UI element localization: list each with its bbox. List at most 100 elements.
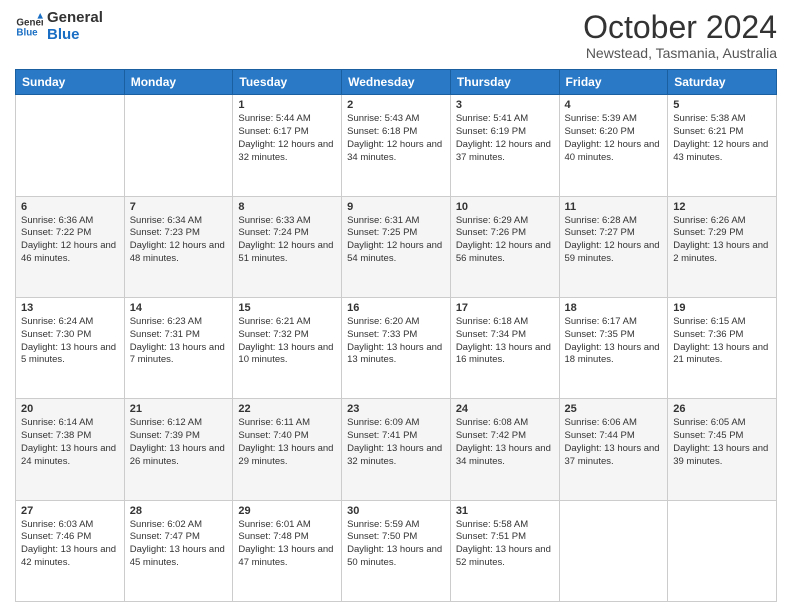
day-info: Sunrise: 6:31 AM Sunset: 7:25 PM Dayligh… (347, 215, 445, 266)
weekday-header-thursday: Thursday (450, 70, 559, 95)
day-info: Sunrise: 5:41 AM Sunset: 6:19 PM Dayligh… (456, 113, 554, 164)
day-number: 25 (565, 403, 663, 415)
day-number: 3 (456, 99, 554, 111)
day-info: Sunrise: 6:18 AM Sunset: 7:34 PM Dayligh… (456, 316, 554, 367)
logo-icon: General Blue (15, 13, 43, 41)
day-number: 19 (673, 302, 771, 314)
day-info: Sunrise: 6:09 AM Sunset: 7:41 PM Dayligh… (347, 417, 445, 468)
day-number: 11 (565, 201, 663, 213)
calendar-cell: 11 Sunrise: 6:28 AM Sunset: 7:27 PM Dayli… (559, 196, 668, 297)
day-number: 31 (456, 505, 554, 517)
week-row-5: 27Sunrise: 6:03 AM Sunset: 7:46 PM Dayli… (16, 500, 777, 601)
day-info: Sunrise: 6:17 AM Sunset: 7:35 PM Dayligh… (565, 316, 663, 367)
calendar-cell: 21 Sunrise: 6:12 AM Sunset: 7:39 PM Dayli… (124, 399, 233, 500)
day-info: Sunrise: 5:44 AM Sunset: 6:17 PM Dayligh… (238, 113, 336, 164)
subtitle: Newstead, Tasmania, Australia (583, 45, 777, 61)
weekday-header-wednesday: Wednesday (342, 70, 451, 95)
calendar-cell: 7 Sunrise: 6:34 AM Sunset: 7:23 PM Daylig… (124, 196, 233, 297)
calendar-cell: 29 Sunrise: 6:01 AM Sunset: 7:48 PM Dayli… (233, 500, 342, 601)
day-info: Sunrise: 6:26 AM Sunset: 7:29 PM Dayligh… (673, 215, 771, 266)
week-row-4: 20 Sunrise: 6:14 AM Sunset: 7:38 PM Dayli… (16, 399, 777, 500)
title-section: October 2024 Newstead, Tasmania, Austral… (583, 10, 777, 61)
calendar-cell: 2Sunrise: 5:43 AM Sunset: 6:18 PM Daylig… (342, 95, 451, 196)
calendar-cell: 25 Sunrise: 6:06 AM Sunset: 7:44 PM Dayli… (559, 399, 668, 500)
weekday-header-tuesday: Tuesday (233, 70, 342, 95)
day-number: 13 (21, 302, 119, 314)
weekday-header-sunday: Sunday (16, 70, 125, 95)
logo-line2: Blue (47, 27, 103, 44)
calendar-cell (124, 95, 233, 196)
week-row-3: 13Sunrise: 6:24 AM Sunset: 7:30 PM Dayli… (16, 297, 777, 398)
day-number: 21 (130, 403, 228, 415)
weekday-header-monday: Monday (124, 70, 233, 95)
calendar-cell: 30Sunrise: 5:59 AM Sunset: 7:50 PM Dayli… (342, 500, 451, 601)
day-info: Sunrise: 6:08 AM Sunset: 7:42 PM Dayligh… (456, 417, 554, 468)
day-info: Sunrise: 5:58 AM Sunset: 7:51 PM Dayligh… (456, 519, 554, 570)
day-info: Sunrise: 6:12 AM Sunset: 7:39 PM Dayligh… (130, 417, 228, 468)
calendar-cell: 23 Sunrise: 6:09 AM Sunset: 7:41 PM Dayli… (342, 399, 451, 500)
day-info: Sunrise: 6:36 AM Sunset: 7:22 PM Dayligh… (21, 215, 119, 266)
day-number: 22 (238, 403, 336, 415)
day-info: Sunrise: 5:59 AM Sunset: 7:50 PM Dayligh… (347, 519, 445, 570)
day-info: Sunrise: 6:11 AM Sunset: 7:40 PM Dayligh… (238, 417, 336, 468)
day-info: Sunrise: 6:05 AM Sunset: 7:45 PM Dayligh… (673, 417, 771, 468)
day-info: Sunrise: 6:06 AM Sunset: 7:44 PM Dayligh… (565, 417, 663, 468)
day-number: 7 (130, 201, 228, 213)
calendar-cell: 1Sunrise: 5:44 AM Sunset: 6:17 PM Daylig… (233, 95, 342, 196)
calendar-cell: 16 Sunrise: 6:20 AM Sunset: 7:33 PM Dayli… (342, 297, 451, 398)
day-info: Sunrise: 6:28 AM Sunset: 7:27 PM Dayligh… (565, 215, 663, 266)
calendar-cell: 26 Sunrise: 6:05 AM Sunset: 7:45 PM Dayli… (668, 399, 777, 500)
calendar-cell (668, 500, 777, 601)
day-number: 23 (347, 403, 445, 415)
day-info: Sunrise: 6:20 AM Sunset: 7:33 PM Dayligh… (347, 316, 445, 367)
day-info: Sunrise: 6:23 AM Sunset: 7:31 PM Dayligh… (130, 316, 228, 367)
day-number: 26 (673, 403, 771, 415)
calendar-cell: 27Sunrise: 6:03 AM Sunset: 7:46 PM Dayli… (16, 500, 125, 601)
day-number: 16 (347, 302, 445, 314)
day-info: Sunrise: 6:34 AM Sunset: 7:23 PM Dayligh… (130, 215, 228, 266)
logo-line1: General (47, 10, 103, 27)
day-info: Sunrise: 6:33 AM Sunset: 7:24 PM Dayligh… (238, 215, 336, 266)
day-info: Sunrise: 6:01 AM Sunset: 7:48 PM Dayligh… (238, 519, 336, 570)
calendar-cell: 18Sunrise: 6:17 AM Sunset: 7:35 PM Dayli… (559, 297, 668, 398)
day-number: 15 (238, 302, 336, 314)
calendar-cell: 8Sunrise: 6:33 AM Sunset: 7:24 PM Daylig… (233, 196, 342, 297)
calendar-cell: 20 Sunrise: 6:14 AM Sunset: 7:38 PM Dayli… (16, 399, 125, 500)
header: General Blue General Blue October 2024 N… (15, 10, 777, 61)
calendar-cell (16, 95, 125, 196)
calendar-cell: 13Sunrise: 6:24 AM Sunset: 7:30 PM Dayli… (16, 297, 125, 398)
calendar-cell: 19Sunrise: 6:15 AM Sunset: 7:36 PM Dayli… (668, 297, 777, 398)
day-number: 28 (130, 505, 228, 517)
calendar-cell: 4 Sunrise: 5:39 AM Sunset: 6:20 PM Daylig… (559, 95, 668, 196)
day-number: 6 (21, 201, 119, 213)
calendar-cell: 22 Sunrise: 6:11 AM Sunset: 7:40 PM Dayli… (233, 399, 342, 500)
day-number: 20 (21, 403, 119, 415)
calendar-cell: 17 Sunrise: 6:18 AM Sunset: 7:34 PM Dayli… (450, 297, 559, 398)
calendar-cell: 28 Sunrise: 6:02 AM Sunset: 7:47 PM Dayli… (124, 500, 233, 601)
day-info: Sunrise: 6:21 AM Sunset: 7:32 PM Dayligh… (238, 316, 336, 367)
weekday-header-row: SundayMondayTuesdayWednesdayThursdayFrid… (16, 70, 777, 95)
day-info: Sunrise: 6:02 AM Sunset: 7:47 PM Dayligh… (130, 519, 228, 570)
day-number: 29 (238, 505, 336, 517)
calendar-cell: 6 Sunrise: 6:36 AM Sunset: 7:22 PM Daylig… (16, 196, 125, 297)
day-info: Sunrise: 6:14 AM Sunset: 7:38 PM Dayligh… (21, 417, 119, 468)
calendar-cell: 31 Sunrise: 5:58 AM Sunset: 7:51 PM Dayli… (450, 500, 559, 601)
day-number: 9 (347, 201, 445, 213)
calendar-table: SundayMondayTuesdayWednesdayThursdayFrid… (15, 69, 777, 602)
calendar-page: General Blue General Blue October 2024 N… (0, 0, 792, 612)
day-number: 4 (565, 99, 663, 111)
calendar-cell (559, 500, 668, 601)
weekday-header-friday: Friday (559, 70, 668, 95)
calendar-cell: 24Sunrise: 6:08 AM Sunset: 7:42 PM Dayli… (450, 399, 559, 500)
calendar-cell: 14Sunrise: 6:23 AM Sunset: 7:31 PM Dayli… (124, 297, 233, 398)
logo: General Blue General Blue (15, 10, 103, 43)
day-info: Sunrise: 5:39 AM Sunset: 6:20 PM Dayligh… (565, 113, 663, 164)
day-number: 17 (456, 302, 554, 314)
week-row-1: 1Sunrise: 5:44 AM Sunset: 6:17 PM Daylig… (16, 95, 777, 196)
calendar-cell: 10Sunrise: 6:29 AM Sunset: 7:26 PM Dayli… (450, 196, 559, 297)
calendar-cell: 15 Sunrise: 6:21 AM Sunset: 7:32 PM Dayli… (233, 297, 342, 398)
day-info: Sunrise: 5:38 AM Sunset: 6:21 PM Dayligh… (673, 113, 771, 164)
calendar-cell: 9 Sunrise: 6:31 AM Sunset: 7:25 PM Daylig… (342, 196, 451, 297)
svg-text:Blue: Blue (16, 27, 38, 38)
day-number: 12 (673, 201, 771, 213)
